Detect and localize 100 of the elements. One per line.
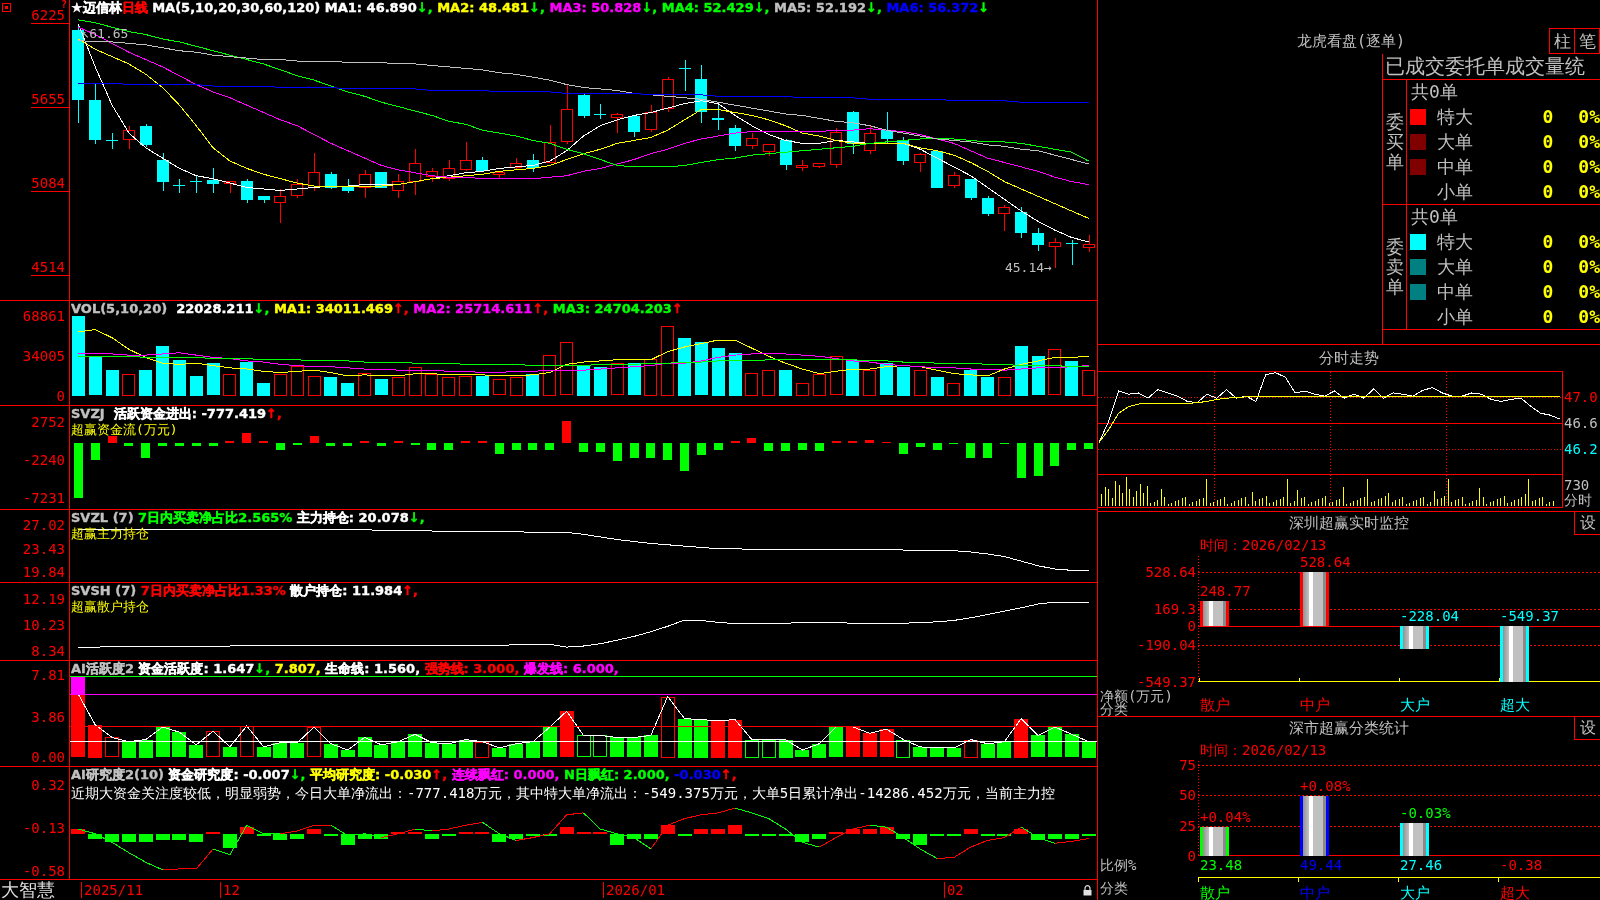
order-size-label: 特大 bbox=[1437, 106, 1473, 127]
category-label: 散户 bbox=[1200, 885, 1230, 900]
axis-label: 4514 bbox=[31, 259, 69, 276]
date-label: 2026/01 bbox=[603, 882, 665, 898]
order-count: 0 bbox=[1542, 281, 1554, 302]
price-annotation: 45.14→ bbox=[1004, 260, 1052, 275]
axis-label: 5655 bbox=[31, 92, 69, 108]
category-label: 中户 bbox=[1300, 697, 1330, 714]
axis-caption: 比例% bbox=[1100, 857, 1137, 873]
change-label: +0.08% bbox=[1300, 778, 1351, 794]
time-label: 时间：2026/02/13 bbox=[1200, 742, 1327, 758]
indicator-title: 超赢资金流(万元) bbox=[71, 422, 178, 438]
axis-caption: 分类 bbox=[1100, 703, 1128, 716]
legend-text: MA(5,10,20,30,60,120) MA1: 46.890 bbox=[151, 0, 417, 16]
order-count: 0 bbox=[1542, 106, 1554, 127]
order-size-label: 大单 bbox=[1437, 131, 1473, 152]
legend-text: ↑, bbox=[392, 301, 409, 317]
order-count: 0 bbox=[1542, 181, 1554, 202]
order-count: 0 bbox=[1542, 231, 1554, 252]
legend-text: VOL(5,10,20) bbox=[71, 301, 168, 317]
value-label: 27.46 bbox=[1400, 857, 1443, 873]
value-label: 248.77 bbox=[1200, 583, 1251, 599]
change-label: +0.04% bbox=[1200, 810, 1251, 826]
axis-label: 12.19 bbox=[22, 591, 65, 607]
legend-text: 22028.211 bbox=[175, 301, 254, 317]
legend-text: ↓, bbox=[529, 0, 545, 16]
legend-text: SVZL (7) bbox=[71, 510, 134, 526]
axis-label: -0.58 bbox=[22, 863, 65, 879]
axis-label: 2752 bbox=[31, 414, 65, 430]
axis-label: 23.43 bbox=[22, 541, 65, 556]
axis-label: 19.84 bbox=[22, 564, 65, 580]
legend-text: SVZJ bbox=[71, 406, 105, 422]
order-percent: 0% bbox=[1578, 131, 1600, 152]
panel-title: 深市超赢分类统计 bbox=[1289, 720, 1409, 737]
axis-caption: 分类 bbox=[1100, 880, 1128, 896]
axis-label: 3.86 bbox=[31, 709, 65, 725]
price-axis-label: 47.0 bbox=[1564, 389, 1598, 405]
legend-text: MA4: 52.429 bbox=[660, 0, 754, 16]
order-size-label: 大单 bbox=[1437, 256, 1473, 277]
axis-label: -190.04 bbox=[1137, 637, 1196, 653]
legend-text: ↓, bbox=[254, 661, 271, 677]
order-percent: 0% bbox=[1578, 181, 1600, 202]
axis-label: 68861 bbox=[22, 308, 65, 324]
category-label: 大户 bbox=[1400, 885, 1430, 900]
legend-text: ↓, bbox=[753, 0, 770, 16]
axis-label: 0 bbox=[1187, 848, 1196, 864]
legend-text: 平均研究度: -0.030 bbox=[309, 767, 432, 783]
legend-text: MA3: 24704.203 bbox=[551, 301, 672, 317]
legend-text: ↓, bbox=[641, 0, 658, 16]
date-label: 2025/11 bbox=[81, 882, 144, 898]
legend-text: MA2: 48.481 bbox=[436, 0, 530, 16]
legend-text: 资金研究度: -0.007 bbox=[167, 767, 290, 783]
axis-label: 25 bbox=[1179, 818, 1196, 834]
order-size-label: 中单 bbox=[1437, 281, 1473, 302]
app-name: 大智慧 bbox=[0, 880, 55, 900]
order-count: 0 bbox=[1542, 131, 1554, 152]
axis-label: 27.02 bbox=[22, 517, 65, 533]
order-percent: 0% bbox=[1578, 281, 1600, 302]
legend-text: MA2: 25714.611 bbox=[412, 301, 533, 317]
price-axis-label: 46.2 bbox=[1564, 441, 1598, 457]
order-percent: 0% bbox=[1578, 256, 1600, 277]
legend-text: 强势线: 3.000, bbox=[423, 661, 520, 677]
panel-title: 深圳超赢实时监控 bbox=[1289, 515, 1409, 532]
axis-label: 7.81 bbox=[31, 667, 65, 683]
order-percent: 0% bbox=[1578, 156, 1600, 177]
category-label: 超大 bbox=[1500, 885, 1530, 900]
axis-label: 50 bbox=[1179, 787, 1196, 803]
legend-text: ↑ bbox=[671, 301, 683, 317]
order-size-label: 特大 bbox=[1437, 231, 1473, 252]
order-count: 0 bbox=[1542, 156, 1554, 177]
value-label: -549.37 bbox=[1500, 608, 1559, 624]
axis-label: -7231 bbox=[22, 490, 65, 506]
order-size-label: 小单 bbox=[1437, 306, 1473, 327]
axis-label: 34005 bbox=[22, 348, 65, 364]
order-total: 共0单 bbox=[1410, 80, 1458, 104]
indicator-title: 超赢散户持仓 bbox=[71, 599, 149, 615]
axis-label: 6225 bbox=[31, 8, 69, 25]
chart-caption: 分时 bbox=[1563, 493, 1592, 508]
panel-title: 分时走势 bbox=[1319, 349, 1379, 367]
axis-label: 0 bbox=[56, 388, 65, 404]
legend-text: AI研究度2(10) bbox=[71, 767, 164, 783]
axis-label: 5084 bbox=[31, 175, 69, 192]
legend-text: ★迈信林 bbox=[71, 0, 122, 16]
axis-label: 169.3 bbox=[1153, 601, 1196, 617]
value-label: -0.38 bbox=[1500, 857, 1543, 873]
axis-label: 0 bbox=[1187, 618, 1196, 634]
legend-text: 活跃资金进出: -777.419 bbox=[112, 406, 267, 422]
help-mark: ? bbox=[60, 0, 67, 9]
order-percent: 0% bbox=[1578, 106, 1600, 127]
order-percent: 0% bbox=[1578, 231, 1600, 252]
legend-text: MA5: 52.192 bbox=[773, 0, 866, 16]
axis-label: 0.32 bbox=[31, 777, 65, 793]
legend-text: MA1: 34011.469 bbox=[272, 301, 393, 317]
axis-label: 10.23 bbox=[22, 617, 65, 633]
category-label: 大户 bbox=[1400, 697, 1430, 714]
legend-text: ↓, bbox=[408, 510, 425, 526]
date-label: 12 bbox=[220, 882, 240, 898]
order-percent: 0% bbox=[1578, 306, 1600, 327]
legend-text: ↓, bbox=[289, 767, 306, 783]
value-label: -228.04 bbox=[1400, 608, 1459, 624]
